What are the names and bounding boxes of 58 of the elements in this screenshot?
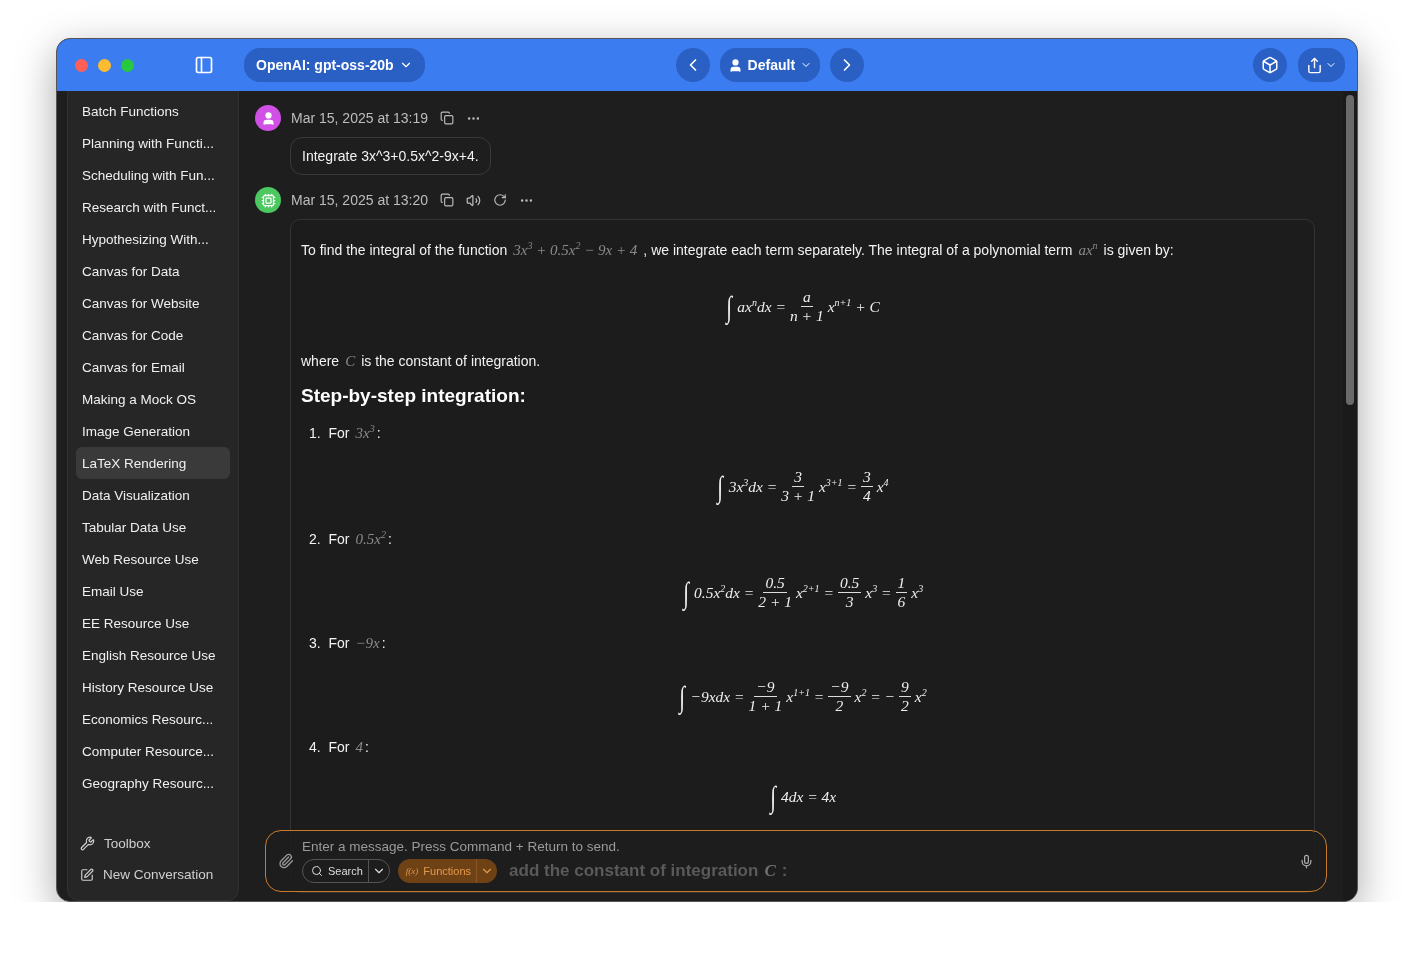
copy-icon[interactable]	[440, 111, 454, 125]
conversation-item[interactable]: Making a Mock OS	[76, 383, 230, 415]
model-selector[interactable]: OpenAI: gpt-oss-20b	[244, 48, 425, 82]
conversation-item[interactable]: Planning with Functi...	[76, 127, 230, 159]
message-time: Mar 15, 2025 at 13:19	[291, 110, 428, 126]
conversation-item[interactable]: Economics Resourc...	[76, 703, 230, 735]
paragraph: To find the integral of the function 3x$^{3}$ + 0.5x$^{2}$ − 9x + 4 , we integrate each term separately. The integral of a polynomial term ax$^{n}$ is given by:	[301, 239, 1175, 260]
search-icon	[311, 865, 323, 877]
conversation-item[interactable]: English Resource Use	[76, 639, 230, 671]
conversation-item[interactable]: Hypothesizing With...	[76, 223, 230, 255]
conversation-item[interactable]: Batch Functions	[76, 95, 230, 127]
attach-icon[interactable]	[278, 853, 294, 869]
list-item: 1. For 3x$^{3}$:	[308, 423, 382, 442]
conversation-item[interactable]: Canvas for Code	[76, 319, 230, 351]
conversation-item[interactable]: Research with Funct...	[76, 191, 230, 223]
person-icon	[260, 110, 276, 126]
share-button[interactable]	[1298, 48, 1345, 82]
paragraph: where C is the constant of integration.	[301, 352, 542, 371]
sidebar-icon	[194, 55, 214, 75]
conversation-item[interactable]: Geography Resourc...	[76, 767, 230, 799]
sidebar-toggle[interactable]	[194, 55, 214, 75]
functions-toggle[interactable]: f(x) Functions	[397, 859, 498, 883]
conversation-item[interactable]: Canvas for Data	[76, 255, 230, 287]
scrollbar[interactable]	[1343, 91, 1357, 901]
profile-selector[interactable]: Default	[719, 48, 821, 82]
conversation-item[interactable]: Computer Resource...	[76, 735, 230, 767]
conversation-item[interactable]: Canvas for Email	[76, 351, 230, 383]
conversation-item[interactable]: EE Resource Use	[76, 607, 230, 639]
toolbox-button[interactable]: Toolbox	[76, 828, 230, 859]
copy-icon[interactable]	[440, 193, 454, 207]
conversation-item[interactable]: Email Use	[76, 575, 230, 607]
list-item: 3. For −9x:	[308, 635, 387, 652]
person-icon	[727, 57, 743, 73]
microphone-icon[interactable]	[1299, 853, 1314, 869]
section-heading: Step-by-step integration:	[301, 385, 527, 407]
conversation-item[interactable]: Web Resource Use	[76, 543, 230, 575]
message-input[interactable]: Enter a message. Press Command + Return to send.	[302, 839, 1291, 854]
message-bubble: Integrate 3x^3+0.5x^2-9x+4.	[290, 137, 491, 175]
wrench-icon	[80, 836, 95, 851]
chip-icon	[260, 192, 276, 208]
list-item: 4. For 4:	[308, 739, 370, 756]
message-time: Mar 15, 2025 at 13:20	[291, 192, 428, 208]
conversation-item[interactable]: Canvas for Website	[76, 287, 230, 319]
regenerate-icon[interactable]	[493, 193, 507, 207]
conversation-item[interactable]: History Resource Use	[76, 671, 230, 703]
share-icon	[1306, 56, 1323, 74]
obscured-text: add the constant of integration C :	[509, 861, 788, 881]
compose-icon	[80, 867, 94, 882]
new-conversation-button[interactable]: New Conversation	[76, 859, 230, 890]
conversation-item[interactable]: Tabular Data Use	[76, 511, 230, 543]
conversation-item[interactable]: Image Generation	[76, 415, 230, 447]
conversation-item[interactable]: LaTeX Rendering	[76, 447, 230, 479]
conversation-item[interactable]: Scheduling with Fun...	[76, 159, 230, 191]
cube-button[interactable]	[1253, 48, 1287, 82]
cube-icon	[1261, 56, 1279, 74]
list-item: 2. For 0.5x$^{2}$:	[308, 529, 393, 548]
conversation-item[interactable]: Data Visualization	[76, 479, 230, 511]
speaker-icon[interactable]	[466, 192, 481, 208]
